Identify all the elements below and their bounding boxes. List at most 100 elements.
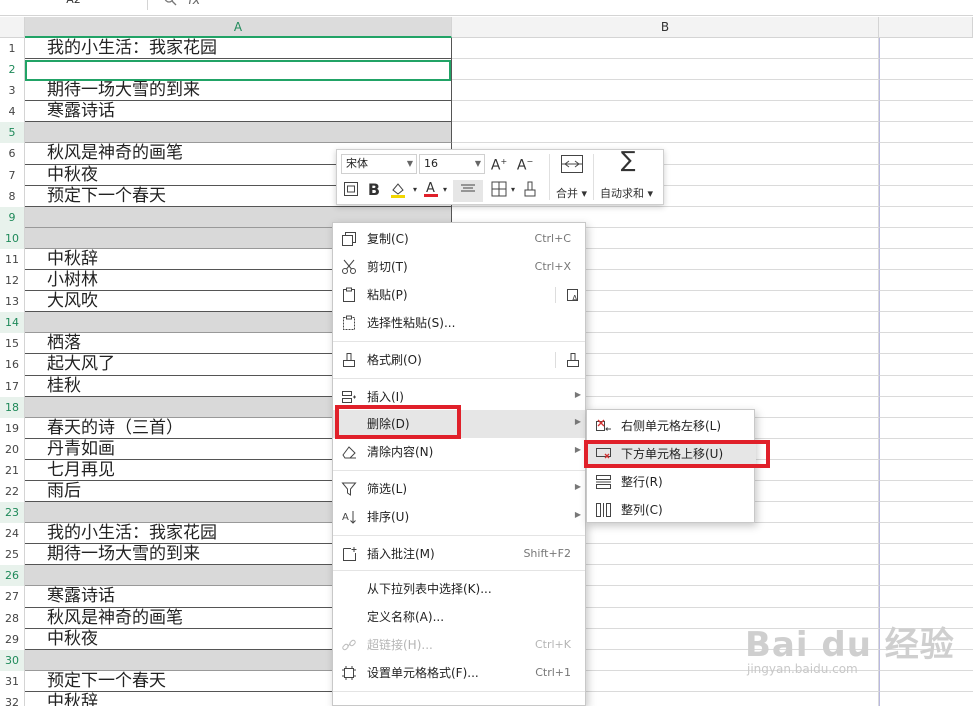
row-header[interactable]: 31	[0, 670, 25, 692]
cell-c[interactable]	[879, 312, 973, 334]
cell-c[interactable]	[879, 438, 973, 460]
cell-c[interactable]	[879, 523, 973, 545]
row-header[interactable]: 32	[0, 691, 25, 706]
row-header[interactable]: 25	[0, 544, 25, 566]
cell-c[interactable]	[879, 185, 973, 207]
menu-item-cut[interactable]: 剪切(T) Ctrl+X	[333, 253, 585, 281]
row-header[interactable]: 10	[0, 227, 25, 249]
cell-a[interactable]: 期待一场大雪的到来	[25, 80, 452, 102]
column-header-c[interactable]	[879, 17, 973, 38]
zoom-icon[interactable]	[163, 0, 177, 6]
cell-c[interactable]	[879, 586, 973, 608]
cell-c[interactable]	[879, 101, 973, 123]
merge-button[interactable]: 合并 ▾	[556, 185, 587, 201]
cell-c[interactable]	[879, 480, 973, 503]
cell-c[interactable]	[879, 544, 973, 566]
row-header[interactable]: 15	[0, 333, 25, 355]
cell-c[interactable]	[879, 691, 973, 706]
submenu-item-entire-row[interactable]: 整行(R)	[587, 468, 756, 496]
row-header[interactable]: 8	[0, 185, 25, 207]
menu-item-filter[interactable]: 筛选(L) ▶	[333, 475, 585, 503]
active-cell-a2[interactable]	[25, 60, 451, 81]
menu-item-paste-special[interactable]: 选择性粘贴(S)...	[333, 309, 585, 337]
cell-c[interactable]	[879, 375, 973, 397]
row-header[interactable]: 3	[0, 80, 25, 102]
row-header[interactable]: 21	[0, 459, 25, 481]
row-header[interactable]: 14	[0, 312, 25, 334]
row-header[interactable]: 26	[0, 565, 25, 587]
row-header[interactable]: 19	[0, 417, 25, 439]
menu-item-insert-comment[interactable]: 插入批注(M) Shift+F2	[333, 540, 585, 568]
cell-c[interactable]	[879, 80, 973, 102]
cell-c[interactable]	[879, 291, 973, 313]
cell-c[interactable]	[879, 248, 973, 271]
merge-icon[interactable]	[557, 154, 587, 179]
name-box[interactable]: A2	[0, 0, 148, 10]
paste-options-icon[interactable]: A	[565, 287, 581, 303]
cell-a[interactable]	[25, 122, 452, 144]
cell-c[interactable]	[879, 354, 973, 376]
menu-item-define-name[interactable]: 定义名称(A)...	[333, 603, 585, 631]
column-header-a[interactable]: A	[25, 17, 452, 38]
menu-item-copy[interactable]: 复制(C) Ctrl+C	[333, 225, 585, 253]
row-header[interactable]: 24	[0, 523, 25, 545]
cell-c[interactable]	[879, 333, 973, 355]
row-header[interactable]: 7	[0, 164, 25, 186]
fill-color-icon[interactable]	[387, 181, 411, 204]
align-center-icon[interactable]	[453, 180, 483, 202]
cell-c[interactable]	[879, 565, 973, 587]
font-name-select[interactable]: 宋体 ▼	[341, 154, 417, 174]
menu-item-sort[interactable]: A 排序(U) ▶	[333, 503, 585, 531]
cell-b[interactable]	[452, 38, 879, 60]
cell-c[interactable]	[879, 502, 973, 524]
row-header[interactable]: 12	[0, 270, 25, 292]
menu-item-format-cells[interactable]: 设置单元格格式(F)... Ctrl+1	[333, 659, 585, 687]
autosum-button[interactable]: 自动求和 ▾	[600, 185, 653, 201]
sigma-icon[interactable]: ∑	[616, 150, 640, 172]
cell-c[interactable]	[879, 417, 973, 439]
menu-item-clear[interactable]: 清除内容(N) ▶	[333, 438, 585, 466]
cell-c[interactable]	[879, 206, 973, 228]
row-header[interactable]: 29	[0, 628, 25, 650]
row-header[interactable]: 28	[0, 607, 25, 629]
text-wrap-icon[interactable]	[341, 181, 361, 203]
submenu-item-entire-column[interactable]: 整列(C)	[587, 496, 756, 524]
row-header[interactable]: 4	[0, 101, 25, 123]
font-color-icon[interactable]: A	[421, 180, 441, 202]
select-all-corner[interactable]	[0, 17, 25, 38]
cell-a[interactable]: 寒露诗话	[25, 101, 452, 123]
cell-c[interactable]	[879, 143, 973, 165]
row-header[interactable]: 27	[0, 586, 25, 608]
chevron-down-icon[interactable]: ▾	[411, 181, 419, 199]
row-header[interactable]: 2	[0, 59, 25, 81]
font-size-select[interactable]: 16 ▼	[419, 154, 485, 174]
format-brush-icon[interactable]	[519, 180, 541, 203]
menu-item-hyperlink[interactable]: 超链接(H)... Ctrl+K	[333, 631, 585, 659]
bold-icon[interactable]: B	[365, 181, 383, 199]
row-header[interactable]: 1	[0, 38, 25, 60]
cell-c[interactable]	[879, 396, 973, 418]
row-header[interactable]: 22	[0, 480, 25, 503]
chevron-down-icon[interactable]: ▾	[509, 181, 517, 199]
cell-c[interactable]	[879, 270, 973, 292]
cell-c[interactable]	[879, 459, 973, 481]
column-header-b[interactable]: B	[452, 17, 879, 38]
row-header[interactable]: 11	[0, 248, 25, 271]
row-header[interactable]: 17	[0, 375, 25, 397]
row-header[interactable]: 16	[0, 354, 25, 376]
menu-item-pick-list[interactable]: 从下拉列表中选择(K)...	[333, 575, 585, 603]
menu-item-format-painter[interactable]: 格式刷(O)	[333, 346, 585, 374]
cell-b[interactable]	[452, 59, 879, 81]
format-brush-multi-icon[interactable]	[565, 352, 581, 368]
submenu-item-shift-left[interactable]: 右侧单元格左移(L)	[587, 412, 756, 440]
cell-c[interactable]	[879, 227, 973, 249]
row-header[interactable]: 9	[0, 206, 25, 228]
row-header[interactable]: 5	[0, 122, 25, 144]
fx-icon[interactable]: fx	[188, 0, 200, 8]
cell-c[interactable]	[879, 38, 973, 60]
increase-font-icon[interactable]: A+	[489, 153, 509, 175]
border-icon[interactable]	[487, 180, 511, 203]
row-header[interactable]: 6	[0, 143, 25, 165]
menu-item-paste[interactable]: 粘贴(P)	[333, 281, 585, 309]
cell-b[interactable]	[452, 80, 879, 102]
